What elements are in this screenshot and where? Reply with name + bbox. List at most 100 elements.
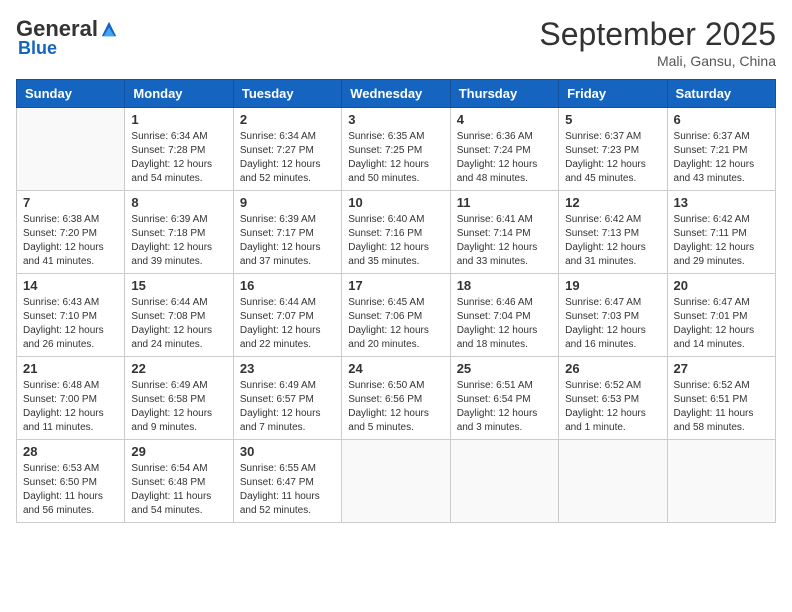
day-number: 3 <box>348 112 443 127</box>
day-number: 13 <box>674 195 769 210</box>
calendar-header-row: SundayMondayTuesdayWednesdayThursdayFrid… <box>17 80 776 108</box>
day-number: 26 <box>565 361 660 376</box>
calendar-cell: 4 Sunrise: 6:36 AMSunset: 7:24 PMDaylight… <box>450 108 558 191</box>
cell-details: Sunrise: 6:52 AMSunset: 6:51 PMDaylight:… <box>674 379 769 435</box>
calendar-cell: 15 Sunrise: 6:44 AMSunset: 7:08 PMDayligh… <box>125 274 233 357</box>
logo-blue-text: Blue <box>18 38 57 59</box>
day-header-wednesday: Wednesday <box>342 80 450 108</box>
calendar-week-row: 7Sunrise: 6:38 AMSunset: 7:20 PMDaylight… <box>17 191 776 274</box>
cell-details: Sunrise: 6:44 AMSunset: 7:08 PMDaylight:… <box>131 296 226 352</box>
calendar-cell: 19 Sunrise: 6:47 AMSunset: 7:03 PMDayligh… <box>559 274 667 357</box>
calendar-cell: 17 Sunrise: 6:45 AMSunset: 7:06 PMDayligh… <box>342 274 450 357</box>
calendar-cell: 20 Sunrise: 6:47 AMSunset: 7:01 PMDayligh… <box>667 274 775 357</box>
cell-details: Sunrise: 6:55 AMSunset: 6:47 PMDaylight:… <box>240 462 335 518</box>
logo-icon <box>100 20 118 38</box>
cell-details: Sunrise: 6:49 AMSunset: 6:57 PMDaylight:… <box>240 379 335 435</box>
calendar-cell <box>450 440 558 523</box>
day-number: 21 <box>23 361 118 376</box>
cell-details: Sunrise: 6:47 AMSunset: 7:01 PMDaylight:… <box>674 296 769 352</box>
day-number: 6 <box>674 112 769 127</box>
calendar-week-row: 28 Sunrise: 6:53 AMSunset: 6:50 PMDayligh… <box>17 440 776 523</box>
calendar-week-row: 14 Sunrise: 6:43 AMSunset: 7:10 PMDayligh… <box>17 274 776 357</box>
calendar-cell: 2Sunrise: 6:34 AMSunset: 7:27 PMDaylight… <box>233 108 341 191</box>
calendar-table: SundayMondayTuesdayWednesdayThursdayFrid… <box>16 79 776 523</box>
calendar-cell: 24Sunrise: 6:50 AMSunset: 6:56 PMDayligh… <box>342 357 450 440</box>
day-number: 5 <box>565 112 660 127</box>
day-number: 7 <box>23 195 118 210</box>
day-number: 24 <box>348 361 443 376</box>
calendar-cell: 27Sunrise: 6:52 AMSunset: 6:51 PMDayligh… <box>667 357 775 440</box>
calendar-cell: 23 Sunrise: 6:49 AMSunset: 6:57 PMDayligh… <box>233 357 341 440</box>
calendar-cell: 5 Sunrise: 6:37 AMSunset: 7:23 PMDaylight… <box>559 108 667 191</box>
title-block: September 2025 Mali, Gansu, China <box>539 16 776 69</box>
cell-details: Sunrise: 6:36 AMSunset: 7:24 PMDaylight:… <box>457 130 552 186</box>
cell-details: Sunrise: 6:53 AMSunset: 6:50 PMDaylight:… <box>23 462 118 518</box>
day-number: 12 <box>565 195 660 210</box>
day-number: 18 <box>457 278 552 293</box>
day-header-sunday: Sunday <box>17 80 125 108</box>
calendar-cell: 22Sunrise: 6:49 AMSunset: 6:58 PMDayligh… <box>125 357 233 440</box>
cell-details: Sunrise: 6:35 AMSunset: 7:25 PMDaylight:… <box>348 130 443 186</box>
calendar-cell: 28 Sunrise: 6:53 AMSunset: 6:50 PMDayligh… <box>17 440 125 523</box>
calendar-cell: 29 Sunrise: 6:54 AMSunset: 6:48 PMDayligh… <box>125 440 233 523</box>
day-number: 22 <box>131 361 226 376</box>
cell-details: Sunrise: 6:54 AMSunset: 6:48 PMDaylight:… <box>131 462 226 518</box>
calendar-cell: 12 Sunrise: 6:42 AMSunset: 7:13 PMDayligh… <box>559 191 667 274</box>
calendar-cell <box>667 440 775 523</box>
day-number: 19 <box>565 278 660 293</box>
day-number: 14 <box>23 278 118 293</box>
calendar-cell: 11 Sunrise: 6:41 AMSunset: 7:14 PMDayligh… <box>450 191 558 274</box>
page-header: General Blue September 2025 Mali, Gansu,… <box>16 16 776 69</box>
cell-details: Sunrise: 6:37 AMSunset: 7:23 PMDaylight:… <box>565 130 660 186</box>
calendar-cell: 9Sunrise: 6:39 AMSunset: 7:17 PMDaylight… <box>233 191 341 274</box>
day-number: 9 <box>240 195 335 210</box>
calendar-cell: 30 Sunrise: 6:55 AMSunset: 6:47 PMDayligh… <box>233 440 341 523</box>
cell-details: Sunrise: 6:48 AMSunset: 7:00 PMDaylight:… <box>23 379 118 435</box>
calendar-cell: 1 Sunrise: 6:34 AMSunset: 7:28 PMDaylight… <box>125 108 233 191</box>
day-header-friday: Friday <box>559 80 667 108</box>
day-number: 10 <box>348 195 443 210</box>
day-number: 23 <box>240 361 335 376</box>
calendar-cell: 13Sunrise: 6:42 AMSunset: 7:11 PMDayligh… <box>667 191 775 274</box>
day-header-monday: Monday <box>125 80 233 108</box>
cell-details: Sunrise: 6:52 AMSunset: 6:53 PMDaylight:… <box>565 379 660 435</box>
cell-details: Sunrise: 6:46 AMSunset: 7:04 PMDaylight:… <box>457 296 552 352</box>
day-number: 8 <box>131 195 226 210</box>
calendar-cell: 26 Sunrise: 6:52 AMSunset: 6:53 PMDayligh… <box>559 357 667 440</box>
day-number: 4 <box>457 112 552 127</box>
day-number: 20 <box>674 278 769 293</box>
day-number: 17 <box>348 278 443 293</box>
calendar-cell: 18 Sunrise: 6:46 AMSunset: 7:04 PMDayligh… <box>450 274 558 357</box>
day-number: 29 <box>131 444 226 459</box>
calendar-cell: 8 Sunrise: 6:39 AMSunset: 7:18 PMDaylight… <box>125 191 233 274</box>
cell-details: Sunrise: 6:34 AMSunset: 7:28 PMDaylight:… <box>131 130 226 186</box>
cell-details: Sunrise: 6:37 AMSunset: 7:21 PMDaylight:… <box>674 130 769 186</box>
day-number: 30 <box>240 444 335 459</box>
day-header-thursday: Thursday <box>450 80 558 108</box>
calendar-cell <box>342 440 450 523</box>
cell-details: Sunrise: 6:45 AMSunset: 7:06 PMDaylight:… <box>348 296 443 352</box>
day-number: 11 <box>457 195 552 210</box>
logo: General Blue <box>16 16 118 59</box>
cell-details: Sunrise: 6:43 AMSunset: 7:10 PMDaylight:… <box>23 296 118 352</box>
cell-details: Sunrise: 6:42 AMSunset: 7:13 PMDaylight:… <box>565 213 660 269</box>
calendar-cell: 21 Sunrise: 6:48 AMSunset: 7:00 PMDayligh… <box>17 357 125 440</box>
calendar-cell <box>559 440 667 523</box>
day-number: 15 <box>131 278 226 293</box>
day-number: 1 <box>131 112 226 127</box>
day-number: 28 <box>23 444 118 459</box>
calendar-cell: 6 Sunrise: 6:37 AMSunset: 7:21 PMDaylight… <box>667 108 775 191</box>
calendar-cell: 16Sunrise: 6:44 AMSunset: 7:07 PMDayligh… <box>233 274 341 357</box>
calendar-cell: 7Sunrise: 6:38 AMSunset: 7:20 PMDaylight… <box>17 191 125 274</box>
calendar-cell <box>17 108 125 191</box>
cell-details: Sunrise: 6:47 AMSunset: 7:03 PMDaylight:… <box>565 296 660 352</box>
day-header-tuesday: Tuesday <box>233 80 341 108</box>
cell-details: Sunrise: 6:41 AMSunset: 7:14 PMDaylight:… <box>457 213 552 269</box>
calendar-cell: 25Sunrise: 6:51 AMSunset: 6:54 PMDayligh… <box>450 357 558 440</box>
cell-details: Sunrise: 6:34 AMSunset: 7:27 PMDaylight:… <box>240 130 335 186</box>
cell-details: Sunrise: 6:51 AMSunset: 6:54 PMDaylight:… <box>457 379 552 435</box>
cell-details: Sunrise: 6:44 AMSunset: 7:07 PMDaylight:… <box>240 296 335 352</box>
day-header-saturday: Saturday <box>667 80 775 108</box>
cell-details: Sunrise: 6:39 AMSunset: 7:18 PMDaylight:… <box>131 213 226 269</box>
calendar-week-row: 21 Sunrise: 6:48 AMSunset: 7:00 PMDayligh… <box>17 357 776 440</box>
